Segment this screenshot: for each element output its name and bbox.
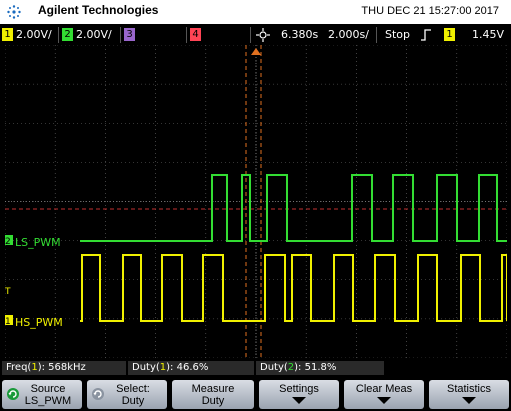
trigger-edge-icon — [421, 29, 431, 41]
channel-bar: 1 2.00V/ 2 2.00V/ 3 4 6.380s 2.000s/ Stop … — [0, 25, 511, 45]
statistics-softkey[interactable]: Statistics — [429, 380, 509, 409]
divider — [186, 27, 187, 43]
divider — [250, 27, 251, 43]
trigger-position-marker[interactable] — [251, 48, 261, 55]
clear-meas-softkey[interactable]: Clear Meas — [344, 380, 424, 409]
clear-meas-label: Clear Meas — [355, 383, 413, 395]
ch1-scale-value: 2.00V/ — [16, 28, 52, 41]
title-bar: Agilent Technologies THU DEC 21 15:27:00… — [0, 0, 511, 24]
rotate-knob-icon — [7, 388, 19, 400]
ch2-marker-text: 2 — [5, 237, 11, 247]
ch1-badge: 1 — [2, 28, 13, 41]
agilent-logo-icon — [7, 5, 21, 19]
submenu-arrow-icon — [462, 397, 476, 404]
ch2-scale-value: 2.00V/ — [76, 28, 112, 41]
measure-value: Duty — [201, 395, 225, 407]
settings-label: Settings — [279, 383, 319, 395]
trigger-level[interactable]: 1.45V — [472, 27, 504, 42]
measure-softkey[interactable]: Measure Duty — [172, 380, 254, 409]
measure-label: Measure — [191, 383, 235, 395]
time-scale[interactable]: 2.000s/ — [328, 27, 369, 42]
ch2-scale[interactable]: 2 2.00V/ — [62, 27, 112, 42]
run-state: Stop — [385, 28, 411, 41]
ch2-badge: 2 — [62, 28, 73, 41]
settings-softkey[interactable]: Settings — [259, 380, 339, 409]
ch4-badge: 4 — [190, 28, 201, 41]
measurement-frequency: Freq(1): 568kHz — [2, 361, 126, 375]
source-softkey[interactable]: Source LS_PWM — [2, 380, 82, 409]
graticule — [5, 45, 507, 358]
duty2-prefix: Duty( — [260, 362, 288, 373]
divider — [376, 27, 377, 43]
ch1-label: HS_PWM — [15, 316, 63, 329]
waveform-display[interactable]: 2 LS_PWM 1 HS_PWM T — [5, 45, 507, 358]
select-softkey[interactable]: Select: Duty — [87, 380, 167, 409]
submenu-arrow-icon — [377, 397, 391, 404]
ch1-scale[interactable]: 1 2.00V/ — [2, 27, 52, 42]
submenu-arrow-icon — [292, 397, 306, 404]
duty2-value: ): 51.8% — [294, 362, 337, 373]
duty1-value: ): 46.6% — [166, 362, 209, 373]
divider — [58, 27, 59, 43]
ch2-waveform — [80, 174, 507, 242]
time-reference-icon — [256, 28, 270, 42]
freq-value: ): 568kHz — [37, 362, 86, 373]
ch1-waveform — [80, 254, 507, 322]
ch2-label: LS_PWM — [15, 236, 61, 249]
measurement-duty-ch1: Duty(1): 46.6% — [128, 361, 254, 375]
trigger-setting[interactable]: 1 — [444, 27, 458, 42]
ch1-marker-text: 1 — [5, 317, 11, 327]
trigger-level-marker[interactable]: T — [5, 287, 11, 297]
brand-name: Agilent Technologies — [38, 3, 159, 17]
ch4-scale[interactable]: 4 — [190, 27, 204, 42]
statistics-label: Statistics — [446, 383, 491, 395]
date-time: THU DEC 21 15:27:00 2017 — [361, 5, 499, 17]
rotate-knob-icon — [92, 388, 104, 400]
duty1-prefix: Duty( — [132, 362, 160, 373]
ch3-badge: 3 — [124, 28, 135, 41]
ch3-scale[interactable]: 3 — [124, 27, 138, 42]
time-position[interactable]: 6.380s — [281, 27, 318, 42]
freq-prefix: Freq( — [6, 362, 32, 373]
divider — [120, 27, 121, 43]
trigger-source-badge: 1 — [444, 28, 455, 41]
measurement-duty-ch2: Duty(2): 51.8% — [256, 361, 384, 375]
softkey-bar: Source LS_PWM Select: Duty Measure Duty … — [0, 378, 511, 411]
